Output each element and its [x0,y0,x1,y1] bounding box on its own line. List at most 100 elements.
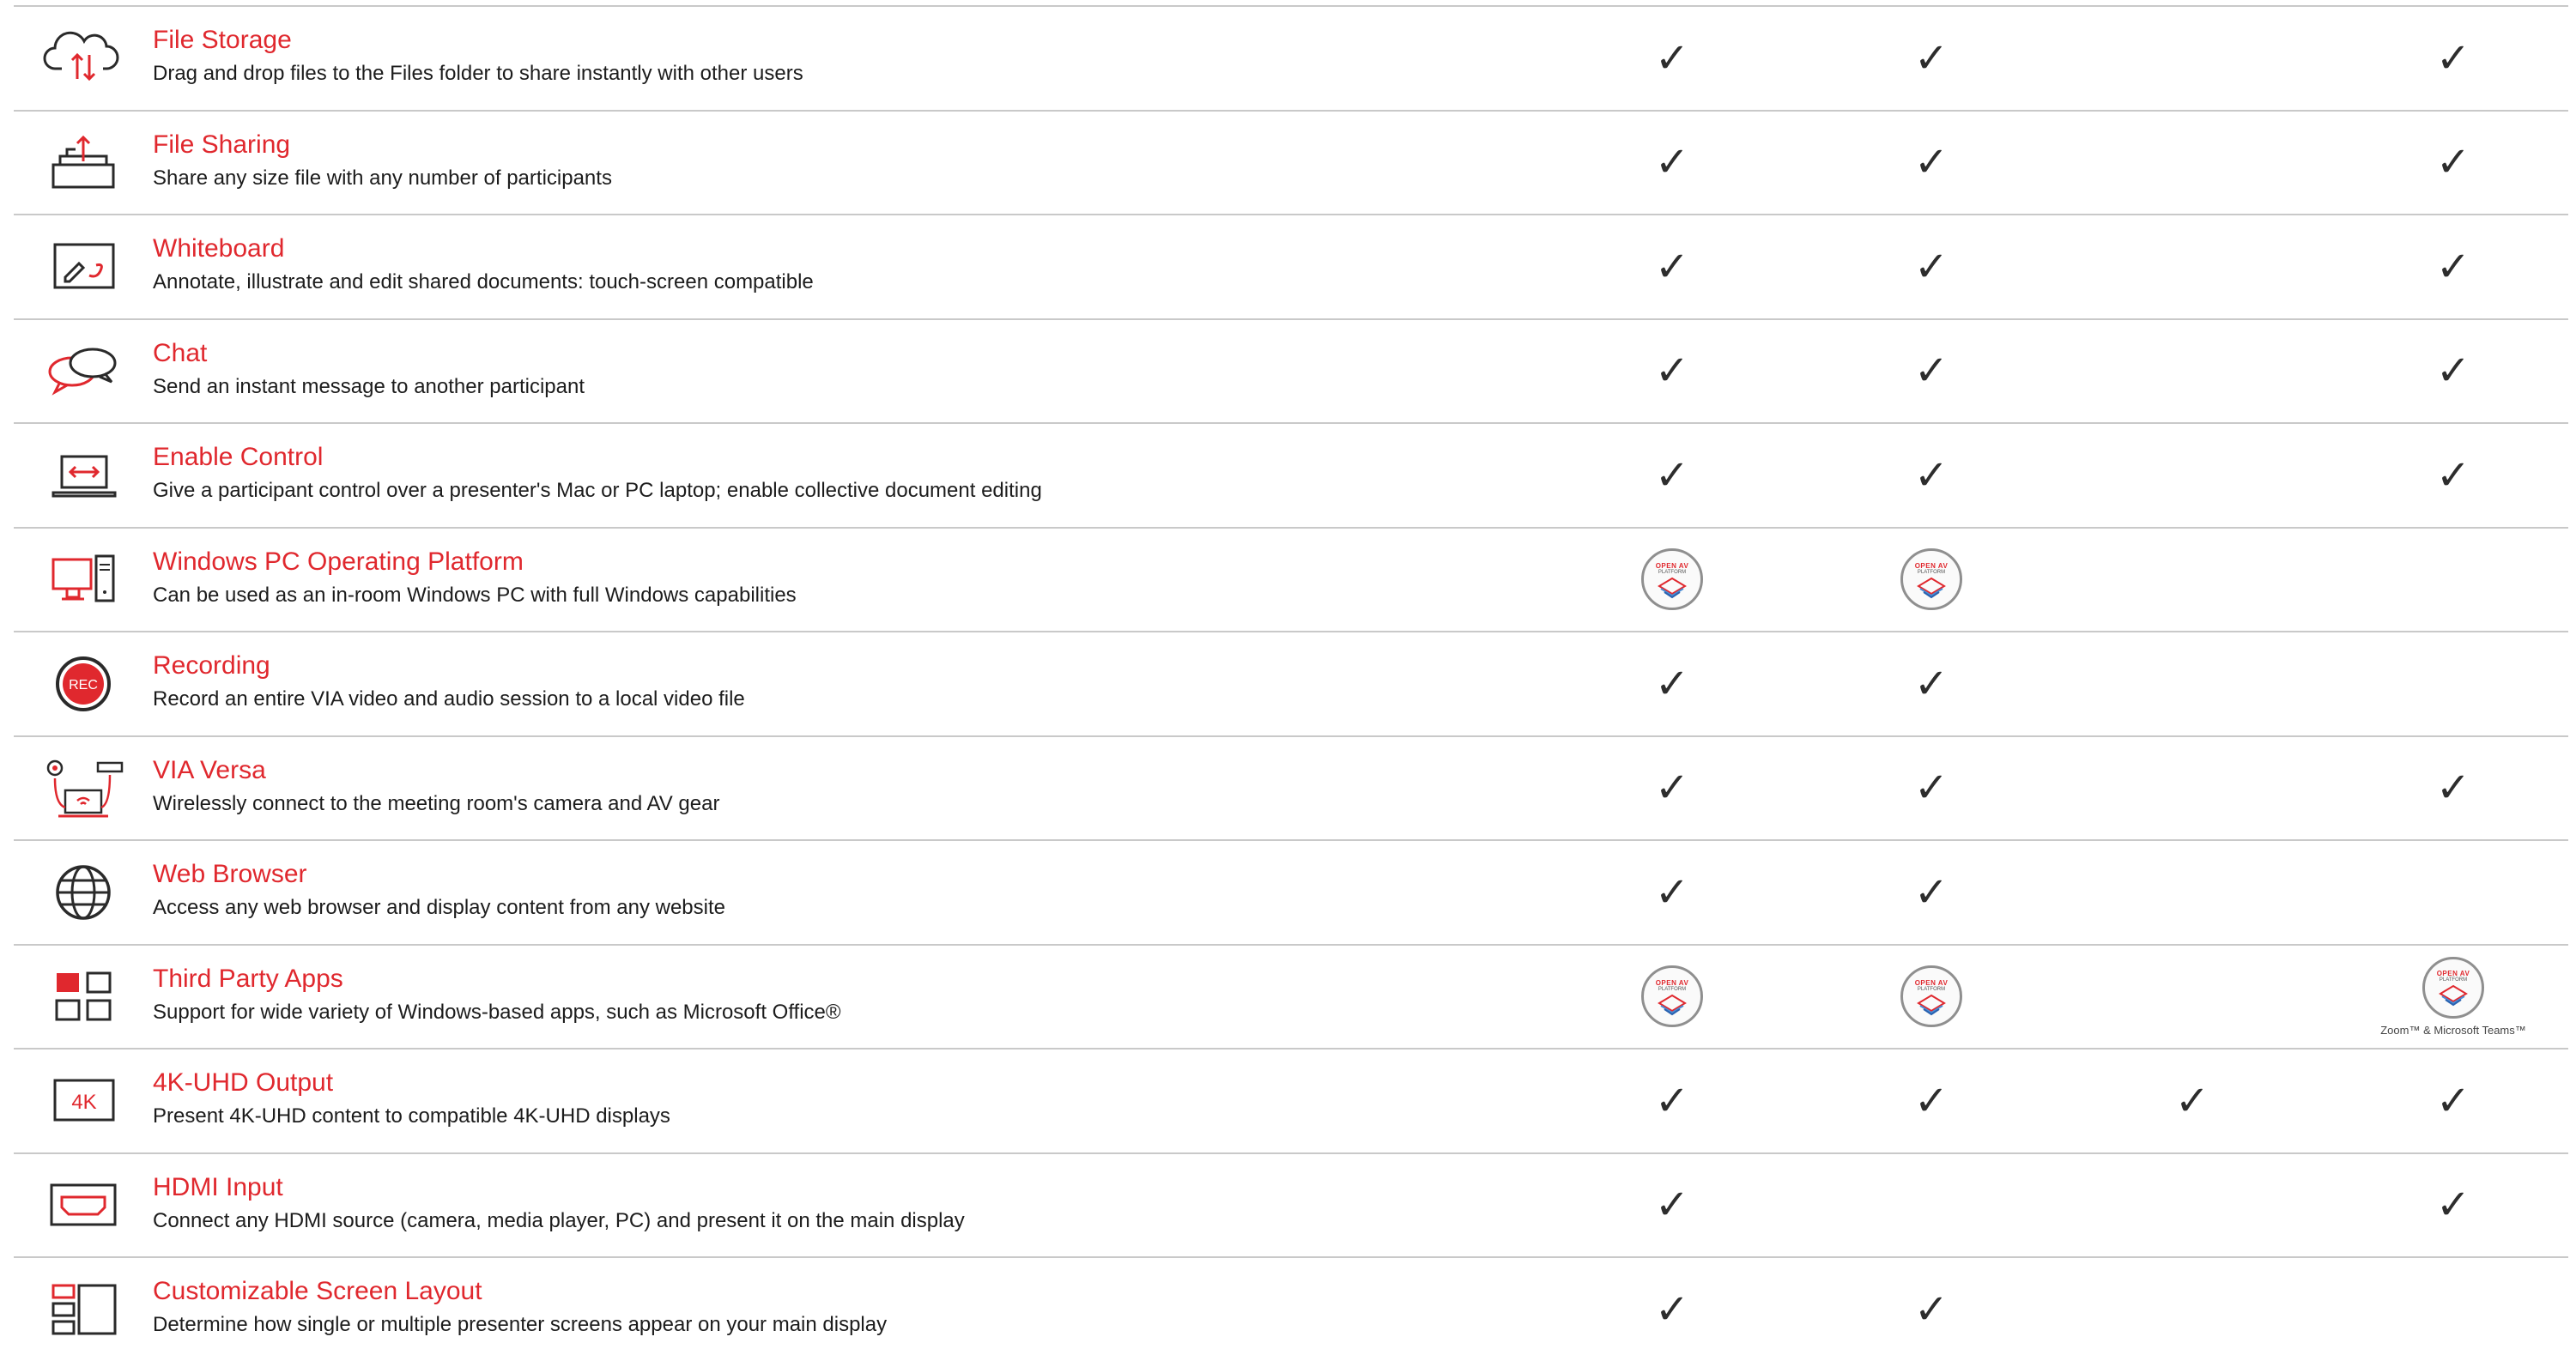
table-cell [2393,841,2513,943]
checkmark-icon: ✓ [2435,1181,2471,1229]
table-cell: ✓ [1871,215,1991,318]
table-cell [2132,1258,2252,1360]
table-cell: ✓ [1612,1154,1732,1256]
table-cell: ✓ [1871,320,1991,422]
table-cell: OPEN AV PLATFORM [1612,946,1732,1048]
checkmark-icon: ✓ [2435,1076,2471,1125]
feature-description: Record an entire VIA video and audio ses… [153,687,745,711]
checkmark-icon: ✓ [2435,451,2471,499]
table-row: Customizable Screen Layout Determine how… [14,1256,2568,1361]
table-cell [2393,1258,2513,1360]
checkmark-icon: ✓ [1913,33,1949,82]
table-cell: ✓ [2393,7,2513,109]
feature-title: Third Party Apps [153,964,343,993]
globe-icon [43,860,124,925]
laptop-control-icon [43,443,124,508]
checkmark-icon: ✓ [1654,1076,1690,1125]
platform-stack-icon [1917,994,1946,1015]
feature-title: Web Browser [153,860,307,888]
feature-description: Wirelessly connect to the meeting room's… [153,791,720,815]
table-row: Whiteboard Annotate, illustrate and edit… [14,214,2568,318]
table-row: Enable Control Give a participant contro… [14,422,2568,527]
checkmark-icon: ✓ [1913,1285,1949,1334]
badge-sub-label: PLATFORM [1658,569,1687,575]
badge-top-label: OPEN AV [1914,561,1949,570]
table-row: File Storage Drag and drop files to the … [14,5,2568,110]
badge-sub-label: PLATFORM [1658,986,1687,992]
table-cell: ✓ [1871,737,1991,839]
table-cell: ✓ [1871,7,1991,109]
checkmark-icon: ✓ [2435,764,2471,812]
checkmark-icon: ✓ [1654,138,1690,186]
checkmark-icon: ✓ [2174,1076,2210,1125]
table-cell: ✓ [1871,841,1991,943]
table-cell: ✓ [1871,632,1991,735]
checkmark-icon: ✓ [1913,347,1949,395]
platform-stack-icon [1658,577,1687,598]
badge-top-label: OPEN AV [1655,978,1689,987]
feature-description: Send an instant message to another parti… [153,374,585,398]
badge-sub-label: PLATFORM [2439,977,2468,983]
feature-description: Present 4K-UHD content to compatible 4K-… [153,1104,670,1128]
feature-title: Windows PC Operating Platform [153,547,524,576]
table-cell: ✓ [1612,1049,1732,1152]
table-cell [2132,946,2252,1048]
feature-title: VIA Versa [153,755,266,784]
checkmark-icon: ✓ [1654,451,1690,499]
table-cell: ✓ [1871,112,1991,214]
checkmark-icon: ✓ [1654,347,1690,395]
table-cell [2132,215,2252,318]
open-av-platform-badge: OPEN AV PLATFORM [1641,965,1703,1027]
table-cell: ✓ [1871,1258,1991,1360]
table-cell: ✓ [1612,737,1732,839]
table-cell [2393,529,2513,631]
file-share-tray-icon [43,130,124,196]
feature-description: Drag and drop files to the Files folder … [153,62,803,85]
checkmark-icon: ✓ [1913,659,1949,708]
feature-comparison-table: File Storage Drag and drop files to the … [14,5,2568,1361]
platform-stack-icon [1658,994,1687,1015]
table-cell: ✓ [2393,1049,2513,1152]
checkmark-icon: ✓ [1913,868,1949,916]
table-cell [2132,424,2252,526]
checkmark-icon: ✓ [1654,1285,1690,1334]
table-row: Windows PC Operating Platform Can be use… [14,526,2568,632]
checkmark-icon: ✓ [1654,242,1690,291]
cloud-sync-icon [43,26,124,91]
checkmark-icon: ✓ [2435,33,2471,82]
feature-description: Connect any HDMI source (camera, media p… [153,1208,965,1232]
open-av-platform-badge: OPEN AV PLATFORM [1900,548,1962,610]
checkmark-icon: ✓ [1913,764,1949,812]
table-cell [2132,632,2252,735]
table-cell: ✓ [1612,841,1732,943]
table-row: VIA Versa Wirelessly connect to the meet… [14,735,2568,840]
table-cell [2393,632,2513,735]
checkmark-icon: ✓ [2435,138,2471,186]
badge-top-label: OPEN AV [2436,970,2470,977]
table-cell [2132,529,2252,631]
feature-title: 4K-UHD Output [153,1068,334,1097]
apps-grid-icon [43,965,124,1030]
feature-title: File Sharing [153,130,291,159]
table-row: Web Browser Access any web browser and d… [14,839,2568,944]
checkmark-icon: ✓ [1654,868,1690,916]
whiteboard-icon [43,234,124,299]
badge-with-caption: OPEN AV PLATFORM Zoom™ & Microsoft Teams… [2380,956,2526,1037]
table-cell: ✓ [1612,424,1732,526]
table-row: Third Party Apps Support for wide variet… [14,943,2568,1049]
checkmark-icon: ✓ [2435,242,2471,291]
badge-caption: Zoom™ & Microsoft Teams™ [2380,1023,2526,1037]
table-cell: ✓ [2393,424,2513,526]
table-cell [2132,737,2252,839]
table-cell: OPEN AV PLATFORM [1871,529,1991,631]
table-cell: ✓ [1612,215,1732,318]
feature-title: Whiteboard [153,234,285,263]
badge-top-label: OPEN AV [1914,978,1949,987]
table-cell: ✓ [1612,1258,1732,1360]
checkmark-icon: ✓ [1913,1076,1949,1125]
table-cell: ✓ [2393,320,2513,422]
table-cell [2132,7,2252,109]
table-row: Chat Send an instant message to another … [14,318,2568,423]
table-cell: ✓ [2393,1154,2513,1256]
table-cell: ✓ [1612,112,1732,214]
